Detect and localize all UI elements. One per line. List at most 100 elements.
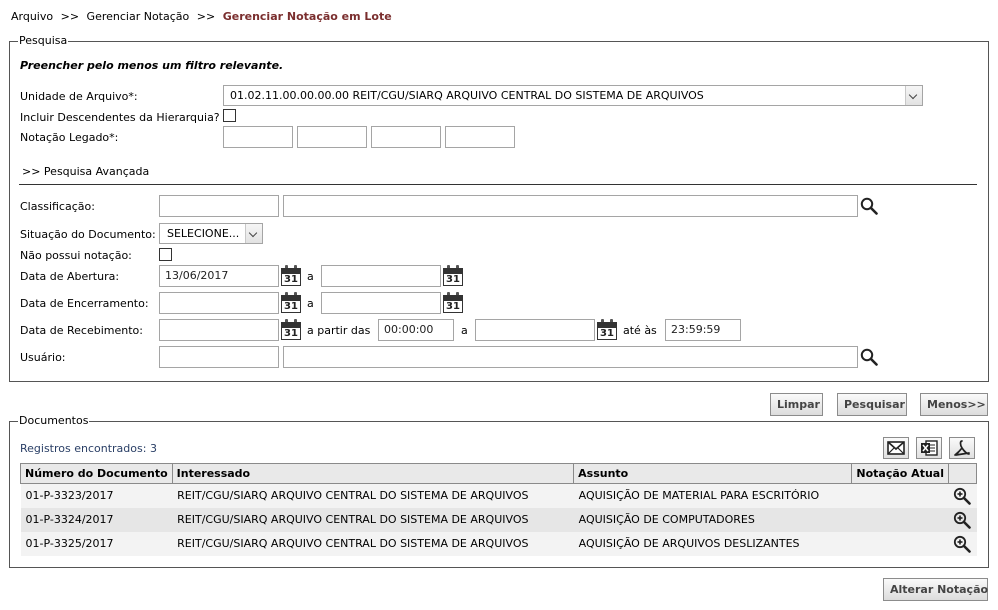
column-header-interessado[interactable]: Interessado (171, 463, 575, 484)
records-count: Registros encontrados: 3 (20, 442, 157, 455)
table-row: 01-P-3323/2017 REIT/CGU/SIARQ ARQUIVO CE… (20, 483, 977, 508)
recebimento-start-input[interactable] (159, 319, 279, 341)
chevron-down-icon[interactable] (905, 86, 922, 105)
abertura-label: Data de Abertura: (20, 270, 120, 283)
advanced-divider (19, 184, 977, 185)
usuario-label: Usuário: (20, 351, 66, 364)
recebimento-to-time-label: até às (623, 324, 657, 337)
cell-notacao (851, 531, 949, 556)
incluir-descendentes-label: Incluir Descendentes da Hierarquia? (20, 111, 220, 124)
unidade-select-value: 01.02.11.00.00.00.00 REIT/CGU/SIARQ ARQU… (230, 89, 704, 102)
cell-interessado: REIT/CGU/SIARQ ARQUIVO CENTRAL DO SISTEM… (172, 483, 574, 508)
notacao-legado-field-1[interactable] (223, 126, 293, 148)
search-icon[interactable] (860, 197, 878, 215)
notacao-legado-field-3[interactable] (371, 126, 441, 148)
view-details-button[interactable] (948, 531, 977, 556)
nao-possui-notacao-checkbox[interactable] (159, 248, 172, 261)
menos-button[interactable]: Menos>> (920, 393, 988, 416)
breadcrumb-item-arquivo[interactable]: Arquivo (11, 10, 53, 23)
classificacao-description-input[interactable] (283, 195, 858, 217)
situacao-select[interactable]: SELECIONE... (159, 223, 263, 244)
breadcrumb-item-gerenciar-notacao[interactable]: Gerenciar Notação (87, 10, 190, 23)
breadcrumb-separator: >> (60, 10, 80, 23)
calendar-day: 31 (284, 301, 298, 312)
email-export-button[interactable] (883, 437, 909, 459)
calendar-icon[interactable]: 31 (443, 292, 463, 313)
search-legend: Pesquisa (18, 34, 69, 47)
cell-numero: 01-P-3323/2017 (20, 483, 173, 508)
cell-assunto: AQUISIÇÃO DE MATERIAL PARA ESCRITÓRIO (573, 483, 852, 508)
usuario-login-input[interactable] (159, 346, 279, 368)
notacao-legado-label: Notação Legado*: (20, 131, 119, 144)
table-row: 01-P-3325/2017 REIT/CGU/SIARQ ARQUIVO CE… (20, 531, 977, 556)
encerramento-range-label: a (307, 297, 314, 310)
view-details-button[interactable] (948, 483, 977, 508)
search-icon[interactable] (860, 348, 878, 366)
abertura-range-label: a (307, 270, 314, 283)
cell-assunto: AQUISIÇÃO DE COMPUTADORES (573, 507, 852, 532)
notacao-legado-field-2[interactable] (297, 126, 367, 148)
recebimento-end-input[interactable] (475, 319, 595, 341)
encerramento-label: Data de Encerramento: (20, 297, 149, 310)
usuario-name-input[interactable] (283, 346, 858, 368)
pdf-export-button[interactable] (949, 437, 975, 459)
table-header-row: Número do Documento Interessado Assunto … (20, 463, 978, 484)
column-header-numero[interactable]: Número do Documento (20, 463, 173, 484)
calendar-day: 31 (284, 328, 298, 339)
calendar-icon[interactable]: 31 (443, 265, 463, 286)
cell-numero: 01-P-3325/2017 (20, 531, 173, 556)
breadcrumb-separator: >> (196, 10, 216, 23)
calendar-day: 31 (600, 328, 614, 339)
column-header-assunto[interactable]: Assunto (573, 463, 853, 484)
recebimento-label: Data de Recebimento: (20, 324, 143, 337)
view-details-button[interactable] (948, 507, 977, 532)
cell-notacao (851, 507, 949, 532)
calendar-icon[interactable]: 31 (597, 319, 617, 340)
recebimento-end-time-input[interactable]: 23:59:59 (665, 319, 741, 341)
encerramento-start-input[interactable] (159, 292, 279, 314)
unidade-select[interactable]: 01.02.11.00.00.00.00 REIT/CGU/SIARQ ARQU… (223, 85, 923, 106)
abertura-start-input[interactable]: 13/06/2017 (159, 265, 279, 287)
cell-assunto: AQUISIÇÃO DE ARQUIVOS DESLIZANTES (573, 531, 852, 556)
alterar-notacao-button[interactable]: Alterar Notação (883, 578, 988, 601)
pdf-icon (954, 440, 970, 456)
recebimento-start-time-input[interactable]: 00:00:00 (378, 319, 454, 341)
classificacao-code-input[interactable] (159, 195, 279, 217)
recebimento-range-label: a (461, 324, 468, 337)
zoom-in-icon (954, 511, 972, 529)
documents-legend: Documentos (18, 414, 90, 427)
calendar-day: 31 (446, 274, 460, 285)
zoom-in-icon (954, 487, 972, 505)
cell-interessado: REIT/CGU/SIARQ ARQUIVO CENTRAL DO SISTEM… (172, 531, 574, 556)
unidade-label: Unidade de Arquivo*: (20, 90, 138, 103)
column-header-notacao[interactable]: Notação Atual (851, 463, 949, 484)
search-instruction: Preencher pelo menos um filtro relevante… (20, 59, 284, 72)
situacao-label: Situação do Documento: (20, 228, 156, 241)
notacao-legado-field-4[interactable] (445, 126, 515, 148)
cell-numero: 01-P-3324/2017 (20, 507, 173, 532)
table-row: 01-P-3324/2017 REIT/CGU/SIARQ ARQUIVO CE… (20, 507, 977, 532)
encerramento-end-input[interactable] (321, 292, 441, 314)
abertura-end-input[interactable] (321, 265, 441, 287)
calendar-icon[interactable]: 31 (281, 265, 301, 286)
advanced-search-link[interactable]: >> Pesquisa Avançada (22, 165, 149, 179)
situacao-select-value: SELECIONE... (167, 227, 240, 240)
excel-export-button[interactable] (916, 437, 942, 459)
nao-possui-notacao-label: Não possui notação: (20, 249, 132, 262)
chevron-down-icon[interactable] (245, 224, 262, 243)
calendar-day: 31 (446, 301, 460, 312)
calendar-icon[interactable]: 31 (281, 292, 301, 313)
classificacao-label: Classificação: (20, 200, 95, 213)
breadcrumb: Arquivo >> Gerenciar Notação >> Gerencia… (11, 10, 392, 23)
calendar-day: 31 (284, 274, 298, 285)
recebimento-from-time-label: a partir das (307, 324, 371, 337)
calendar-icon[interactable]: 31 (281, 319, 301, 340)
incluir-descendentes-checkbox[interactable] (223, 109, 236, 122)
pesquisar-button[interactable]: Pesquisar (837, 393, 907, 416)
cell-notacao (851, 483, 949, 508)
cell-interessado: REIT/CGU/SIARQ ARQUIVO CENTRAL DO SISTEM… (172, 507, 574, 532)
breadcrumb-current: Gerenciar Notação em Lote (222, 10, 392, 23)
email-icon (887, 441, 905, 455)
excel-icon (921, 440, 938, 456)
limpar-button[interactable]: Limpar (770, 393, 823, 416)
